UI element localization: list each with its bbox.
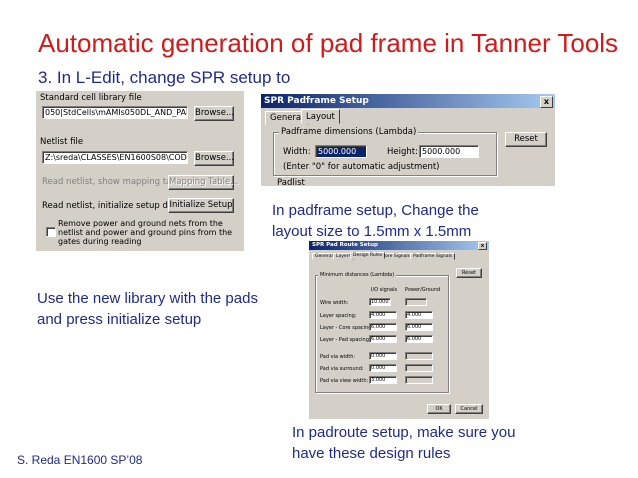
read-mapping-label: Read netlist, show mapping table:	[42, 177, 188, 187]
spr-setup-panel: Standard cell library file 050|StdCells\…	[36, 91, 244, 251]
io-value-field[interactable]: 6.000	[369, 323, 397, 331]
power-value-field[interactable]	[405, 376, 433, 384]
padframe-setup-window: SPR Padframe Setup x General Layout Padf…	[261, 94, 555, 188]
io-value-field[interactable]: 4.000	[369, 311, 397, 319]
rule-label: Layer - Pad spacing:	[320, 337, 371, 343]
io-value-field[interactable]: 0.000	[369, 352, 397, 360]
padframe-window-title: SPR Padframe Setup	[264, 96, 369, 106]
padroute-titlebar: SPR Pad Route Setup	[309, 241, 489, 250]
power-value-field[interactable]	[405, 298, 427, 306]
ok-button[interactable]: OK	[427, 404, 451, 414]
tab-padframe-signals[interactable]: Padframe Signals	[410, 253, 456, 260]
io-value-field[interactable]: 0.000	[369, 364, 397, 372]
rule-label: Pad via width:	[320, 354, 356, 360]
rule-label: Layer spacing:	[320, 313, 357, 319]
io-value-field[interactable]: 10.000	[369, 298, 391, 306]
std-cell-library-label: Standard cell library file	[40, 93, 142, 103]
tab-layout[interactable]: Layout	[301, 109, 340, 124]
io-value-field[interactable]: 6.000	[369, 335, 397, 343]
padframe-titlebar: SPR Padframe Setup	[261, 94, 555, 108]
reset-button[interactable]: Reset	[456, 268, 482, 278]
power-ground-header: Power/Ground	[405, 287, 441, 293]
reset-button[interactable]: Reset	[505, 132, 547, 147]
rule-label: Pad via surround:	[320, 366, 364, 372]
padlist-label: Padlist	[277, 178, 305, 188]
remove-power-nets-checkbox[interactable]	[46, 227, 56, 237]
power-value-field[interactable]	[405, 364, 433, 372]
close-icon[interactable]: x	[478, 242, 487, 250]
power-value-field[interactable]	[405, 352, 433, 360]
padroute-window-title: SPR Pad Route Setup	[312, 242, 378, 248]
netlist-file-input[interactable]: Z:\sreda\CLASSES\EN1600S08\CODE\FA\ac	[42, 151, 188, 164]
min-distances-label: Minimum distances (Lambda)	[318, 272, 397, 278]
padframe-dimensions-label: Padframe dimensions (Lambda)	[279, 127, 419, 137]
power-value-field[interactable]: 6.000	[405, 323, 433, 331]
std-cell-library-input[interactable]: 050|StdCells\mAMIs050DL_AND_PADS.tdb	[42, 106, 188, 119]
height-label: Height:	[387, 147, 418, 157]
step-text: 3. In L-Edit, change SPR setup to	[38, 68, 291, 87]
footer-credit: S. Reda EN1600 SP’08	[17, 453, 143, 467]
browse-netlist-button[interactable]: Browse...	[194, 151, 234, 166]
browse-std-cell-button[interactable]: Browse...	[194, 106, 234, 121]
width-input[interactable]: 5000.000	[315, 145, 367, 158]
rule-label: Wire width:	[320, 300, 349, 306]
auto-adjust-hint: (Enter "0" for automatic adjustment)	[283, 162, 440, 172]
remove-power-nets-label: Remove power and ground nets from the ne…	[58, 219, 233, 246]
initialize-setup-button[interactable]: Initialize Setup	[168, 198, 234, 213]
width-label: Width:	[283, 147, 311, 157]
padframe-note: In padframe setup, Change the layout siz…	[272, 202, 479, 240]
power-value-field[interactable]: 6.000	[405, 335, 433, 343]
io-value-field[interactable]: 3.000	[369, 376, 397, 384]
padroute-setup-window: SPR Pad Route Setup x General Layers Des…	[309, 241, 489, 419]
cancel-button[interactable]: Cancel	[455, 404, 483, 414]
mapping-table-button[interactable]: Mapping Table...	[168, 175, 238, 190]
height-input[interactable]: 5000.000	[419, 145, 479, 158]
rule-label: Layer - Core spacing:	[320, 325, 374, 331]
padroute-note: In padroute setup, make sure you have th…	[292, 424, 516, 462]
power-value-field[interactable]: 4.000	[405, 311, 433, 319]
tab-design-rules[interactable]: Design Rules	[350, 252, 386, 259]
close-icon[interactable]: x	[540, 96, 553, 108]
rule-label: Pad via view width:	[320, 378, 369, 384]
library-note: Use the new library with the pads and pr…	[37, 290, 258, 328]
io-signals-header: I/O signals	[371, 287, 398, 293]
slide-title: Automatic generation of pad frame in Tan…	[38, 28, 619, 58]
netlist-file-label: Netlist file	[40, 137, 84, 147]
